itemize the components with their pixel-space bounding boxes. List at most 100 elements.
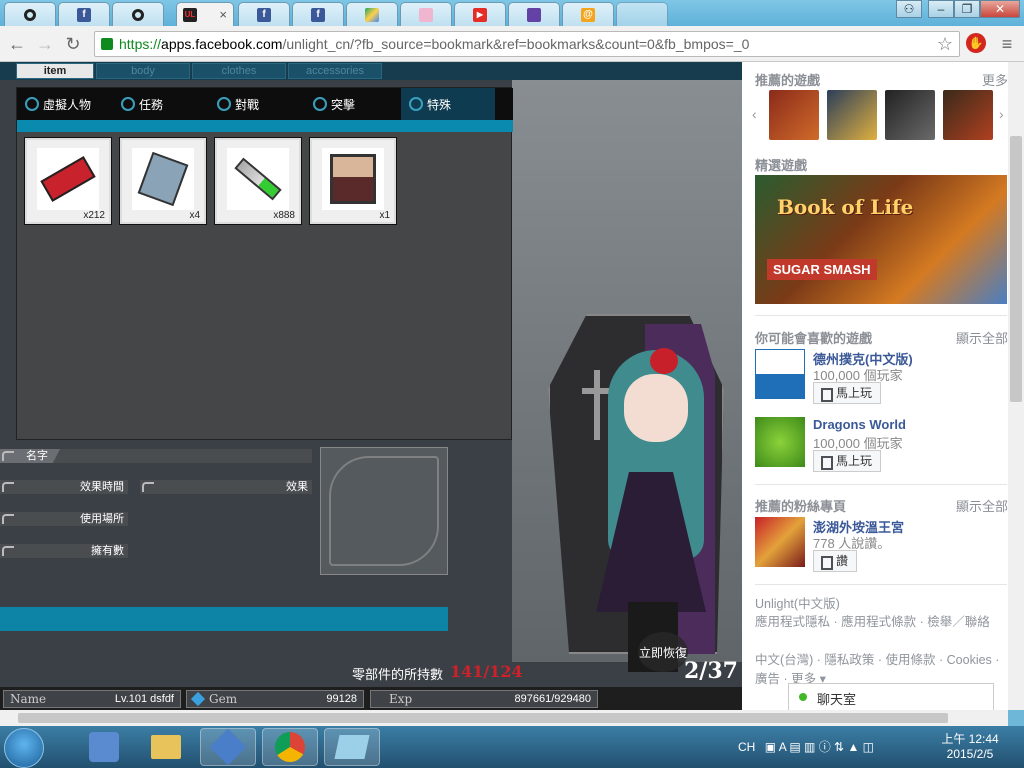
- item-card-ticket[interactable]: x212: [25, 138, 111, 224]
- game-thumbnail[interactable]: [885, 90, 935, 140]
- item-card-battery[interactable]: x888: [215, 138, 301, 224]
- horizontal-scroll-thumb[interactable]: [18, 713, 948, 723]
- adblock-icon[interactable]: ✋: [966, 33, 986, 53]
- card-set-icon: [132, 148, 194, 210]
- item-quantity: x888: [273, 210, 295, 221]
- chrome-icon[interactable]: [262, 728, 318, 766]
- category-icon: [121, 97, 135, 111]
- item-preview-frame: [320, 447, 448, 575]
- player-name-box: Name Lv.101 dsfdf: [3, 690, 181, 708]
- portrait-icon: [322, 148, 384, 210]
- chevron-left-icon[interactable]: ‹: [752, 106, 757, 122]
- game-name[interactable]: Dragons World: [813, 417, 906, 432]
- field-bracket-icon: [2, 482, 14, 492]
- vertical-scroll-thumb[interactable]: [1010, 136, 1022, 402]
- circle-logo-icon: [24, 8, 36, 21]
- category-icon: [25, 97, 39, 111]
- game-thumbnail[interactable]: [943, 90, 993, 140]
- chevron-right-icon[interactable]: ›: [999, 106, 1004, 122]
- play-now-button[interactable]: 馬上玩: [813, 382, 882, 404]
- facebook-icon: f: [257, 7, 271, 22]
- maximize-button[interactable]: ❐: [954, 0, 980, 18]
- browser-tab-active[interactable]: UL ×: [176, 2, 234, 26]
- may-like-heading: 你可能會喜歡的遊戲: [755, 331, 873, 346]
- mail-icon: @: [581, 7, 595, 22]
- browser-tab[interactable]: f: [58, 2, 110, 26]
- item-card-portrait[interactable]: x1: [310, 138, 396, 224]
- category-bar: 虛擬人物 任務 對戰 突擊 特殊: [17, 88, 513, 120]
- dragon-game-icon[interactable]: [755, 417, 805, 467]
- browser-tab[interactable]: @: [562, 2, 614, 26]
- tab-accessories[interactable]: accessories: [288, 63, 382, 79]
- anime-app-icon[interactable]: [76, 728, 132, 766]
- show-all-link[interactable]: 顯示全部: [956, 496, 1008, 515]
- effect-field: 效果: [140, 480, 312, 494]
- battery-icon: [227, 148, 289, 210]
- menu-icon[interactable]: ≡: [996, 33, 1018, 55]
- item-name-field: 名字: [0, 449, 312, 463]
- character-face: [624, 374, 688, 442]
- browser-tab[interactable]: [400, 2, 452, 26]
- back-arrow-icon[interactable]: ←: [6, 33, 28, 55]
- tab-item[interactable]: item: [16, 63, 94, 79]
- play-now-button[interactable]: 馬上玩: [813, 450, 882, 472]
- show-all-link[interactable]: 顯示全部: [956, 328, 1008, 347]
- ticket-icon: [37, 148, 99, 210]
- category-duel[interactable]: 對戰: [209, 88, 303, 120]
- tray-icons[interactable]: ▣ A ▤ ▥ ⓘ ⇅ ▲ ◫: [765, 740, 874, 754]
- game-thumbnail[interactable]: [769, 90, 819, 140]
- more-link[interactable]: 更多: [982, 70, 1008, 89]
- field-bracket-icon: [142, 482, 154, 492]
- category-quest[interactable]: 任務: [113, 88, 207, 120]
- parts-label: 零部件的所持數: [352, 667, 444, 682]
- browser-toolbar: ← → ↻ https://apps.facebook.com/unlight_…: [0, 26, 1024, 62]
- chat-button[interactable]: 聊天室: [788, 683, 994, 710]
- field-bracket-icon: [2, 451, 14, 461]
- restore-now-button[interactable]: 立即恢復: [638, 632, 688, 672]
- field-bracket-icon: [2, 514, 14, 524]
- clock[interactable]: 上午 12:44 2015/2/5: [940, 732, 1000, 762]
- name-value: Lv.101 dsfdf: [114, 693, 174, 705]
- close-window-button[interactable]: ✕: [980, 0, 1020, 18]
- url-path: /unlight_cn/?fb_source=bookmark&ref=book…: [282, 36, 750, 52]
- folder-icon[interactable]: [138, 728, 194, 766]
- category-avatar[interactable]: 虛擬人物: [17, 88, 111, 120]
- category-special[interactable]: 特殊: [401, 88, 495, 120]
- user-profile-icon[interactable]: ⚇: [896, 0, 922, 18]
- tab-clothes[interactable]: clothes: [192, 63, 286, 79]
- address-bar[interactable]: https://apps.facebook.com/unlight_cn/?fb…: [94, 31, 960, 57]
- window-app-icon[interactable]: [324, 728, 380, 766]
- tab-body[interactable]: body: [96, 63, 190, 79]
- featured-game-banner[interactable]: Book of Life SUGAR SMASH: [755, 175, 1007, 304]
- browser-tab[interactable]: f: [238, 2, 290, 26]
- browser-tab[interactable]: f: [292, 2, 344, 26]
- gem-label: Gem: [209, 692, 238, 706]
- game-thumbnail[interactable]: [827, 90, 877, 140]
- gem-value: 99128: [326, 693, 357, 705]
- browser-tab[interactable]: [112, 2, 164, 26]
- bookmark-star-icon[interactable]: ☆: [937, 32, 953, 56]
- app-links[interactable]: 應用程式隱私 · 應用程式條款 · 檢舉／聯絡: [755, 613, 1007, 632]
- app-icon[interactable]: [200, 728, 256, 766]
- forward-arrow-icon[interactable]: →: [34, 33, 56, 55]
- app-name-link[interactable]: Unlight(中文版): [755, 595, 1007, 614]
- like-button[interactable]: 讚: [813, 550, 858, 572]
- browser-tab[interactable]: [346, 2, 398, 26]
- exp-label: Exp: [389, 692, 413, 706]
- player-status-bar: Name Lv.101 dsfdf Gem 99128 Exp 897661/9294…: [0, 687, 742, 710]
- temple-page-icon[interactable]: [755, 517, 805, 567]
- start-button[interactable]: [4, 728, 44, 768]
- ime-indicator[interactable]: CH: [738, 740, 755, 754]
- minimize-button[interactable]: –: [928, 0, 954, 18]
- poker-game-icon[interactable]: [755, 349, 805, 399]
- item-card-cards[interactable]: x4: [120, 138, 206, 224]
- category-raid[interactable]: 突擊: [305, 88, 399, 120]
- inventory-panel: 虛擬人物 任務 對戰 突擊 特殊 x212 x4 x888 x1: [16, 87, 513, 440]
- browser-tab[interactable]: [508, 2, 560, 26]
- tab-close-icon[interactable]: ×: [219, 7, 227, 22]
- browser-tab[interactable]: [4, 2, 56, 26]
- reload-icon[interactable]: ↻: [62, 33, 84, 55]
- new-tab-button[interactable]: [616, 2, 668, 26]
- browser-tab[interactable]: ▶: [454, 2, 506, 26]
- recommended-games-heading: 推薦的遊戲: [755, 73, 821, 88]
